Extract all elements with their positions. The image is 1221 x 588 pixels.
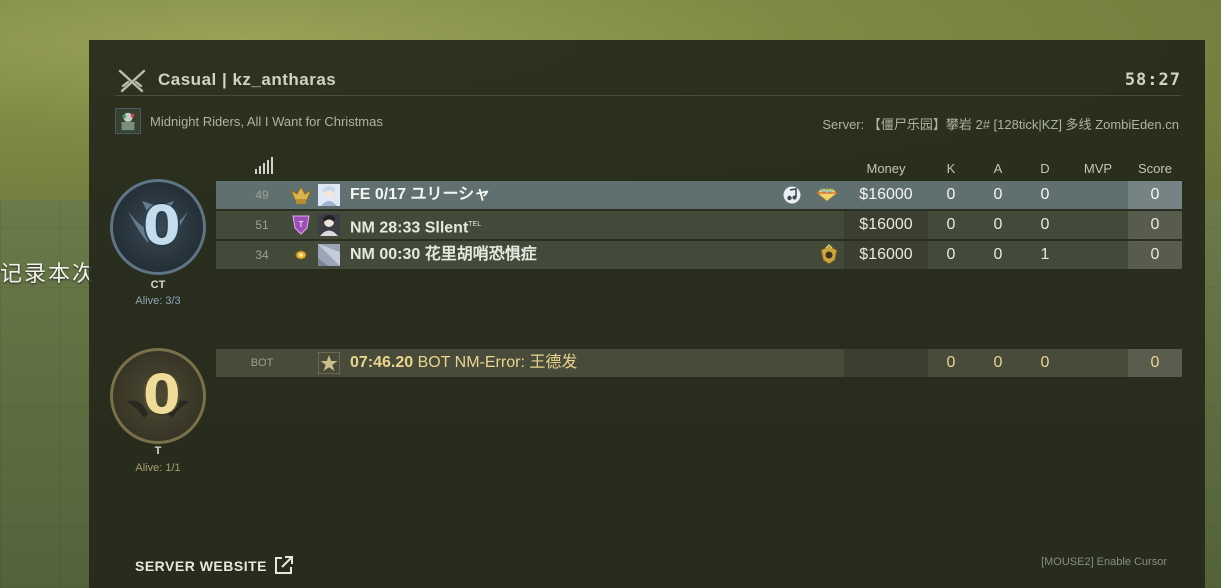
player-kills: 0 — [946, 246, 956, 263]
t-player-row[interactable]: BOT 07:46.20 BOT NM-Error: 王德发 0 0 0 0 — [216, 349, 1182, 377]
music-note-icon — [783, 186, 801, 204]
player-deaths: 0 — [1040, 354, 1050, 371]
player-assists: 0 — [993, 246, 1003, 263]
signal-bars-icon — [255, 157, 273, 174]
scoreboard-subheader: Midnight Riders, All I Want for Christma… — [113, 106, 1181, 136]
player-rank: BOT — [250, 357, 274, 369]
player-score: 0 — [1150, 246, 1160, 263]
player-deaths: 1 — [1040, 246, 1050, 263]
player-money — [844, 349, 928, 377]
player-kills: 0 — [946, 216, 956, 233]
gold-crest-icon — [820, 244, 838, 265]
column-header-mvp: MVP — [1083, 161, 1113, 176]
scoreboard-panel: Casual | kz_antharas 58:27 Midnight Ride… — [89, 40, 1205, 588]
player-name-text: 0/17 ユリーシャ — [374, 186, 491, 203]
player-assists: 0 — [993, 216, 1003, 233]
player-money: $16000 — [859, 186, 913, 203]
player-kills: 0 — [946, 354, 956, 371]
ct-player-row[interactable]: 49 FE 0/17 ユリーシャ $16000 0 0 0 0 — [216, 181, 1182, 209]
player-name: NM 28:33 SllentTEL — [350, 211, 481, 239]
player-clan-tag: 07:46.20 — [350, 354, 414, 371]
enable-cursor-hint: [MOUSE2] Enable Cursor — [1041, 556, 1167, 568]
server-name-label: Server: 【僵尸乐园】攀岩 2# [128tick|KZ] 多线 Zomb… — [822, 117, 1179, 132]
player-deaths: 0 — [1040, 186, 1050, 203]
music-kit-avatar-icon — [115, 108, 141, 134]
ct-team-score: 0 — [143, 194, 181, 257]
player-money: $16000 — [859, 216, 913, 233]
music-kit-label: Midnight Riders, All I Want for Christma… — [150, 114, 383, 129]
scoreboard-header: Casual | kz_antharas 58:27 — [115, 66, 1181, 96]
player-score: 0 — [1150, 216, 1160, 233]
player-score: 0 — [1150, 186, 1160, 203]
player-name-text: BOT NM-Error: 王德发 — [417, 354, 578, 371]
game-mode-title: Casual | kz_antharas — [158, 70, 337, 89]
t-team-emblem: 0 — [110, 348, 206, 444]
ct-player-row[interactable]: 34 NM 00:30 花里胡哨恐惧症 $16000 0 0 1 0 — [216, 241, 1182, 269]
ct-team-name: CT — [150, 279, 166, 291]
gold-eagle-rank-icon — [289, 185, 313, 204]
player-name-text: 00:30 花里胡哨恐惧症 — [379, 246, 537, 263]
ct-team-emblem: 0 — [110, 179, 206, 275]
ct-player-row[interactable]: 51 T NM 28:33 SllentTEL $16000 0 0 0 0 — [216, 211, 1182, 239]
column-header-assists: A — [993, 161, 1003, 176]
player-avatar — [318, 244, 340, 266]
player-kills: 0 — [946, 186, 956, 203]
gold-coin-rank-icon — [295, 250, 307, 260]
player-rank: 51 — [255, 218, 269, 232]
bot-star-icon — [318, 352, 340, 374]
player-mvp — [1068, 211, 1128, 239]
player-avatar — [318, 214, 340, 236]
column-headers: Money K A D MVP Score — [216, 157, 1182, 180]
player-score: 0 — [1150, 354, 1160, 371]
player-mvp — [1068, 349, 1128, 377]
player-assists: 0 — [993, 186, 1003, 203]
player-mvp — [1068, 181, 1128, 209]
player-clan-tag: NM — [350, 219, 375, 237]
svg-text:T: T — [298, 220, 304, 229]
t-team-score: 0 — [143, 363, 181, 426]
column-header-kills: K — [946, 161, 956, 176]
player-name: NM 00:30 花里胡哨恐惧症 — [350, 241, 537, 269]
player-money: $16000 — [859, 246, 913, 263]
player-clan-tag: FE — [350, 186, 371, 203]
external-link-icon[interactable] — [273, 554, 295, 576]
player-rank: 34 — [255, 248, 269, 262]
t-alive-count: Alive: 1/1 — [135, 462, 181, 474]
player-assists: 0 — [993, 354, 1003, 371]
server-website-link[interactable]: SERVER WEBSITE — [135, 558, 267, 574]
ct-alive-count: Alive: 3/3 — [135, 295, 181, 307]
player-name: FE 0/17 ユリーシャ — [350, 181, 490, 209]
column-header-money: Money — [866, 161, 906, 176]
player-deaths: 0 — [1040, 216, 1050, 233]
player-rank: 49 — [255, 188, 269, 202]
column-header-score: Score — [1138, 161, 1172, 176]
player-avatar — [318, 184, 340, 206]
crossed-swords-icon — [118, 69, 146, 93]
player-mvp — [1068, 241, 1128, 269]
round-timer: 58:27 — [1124, 70, 1181, 90]
t-team-name: T — [154, 445, 162, 457]
player-name-text: 28:33 Sllent — [379, 219, 469, 237]
player-name: 07:46.20 BOT NM-Error: 王德发 — [350, 349, 577, 377]
player-name-sup: TEL — [468, 221, 482, 228]
column-header-deaths: D — [1040, 161, 1050, 176]
gem-badge-icon — [816, 187, 838, 202]
background-text: 记录本次 — [0, 262, 97, 287]
player-clan-tag: NM — [350, 246, 375, 263]
purple-rank-icon: T — [292, 215, 310, 235]
